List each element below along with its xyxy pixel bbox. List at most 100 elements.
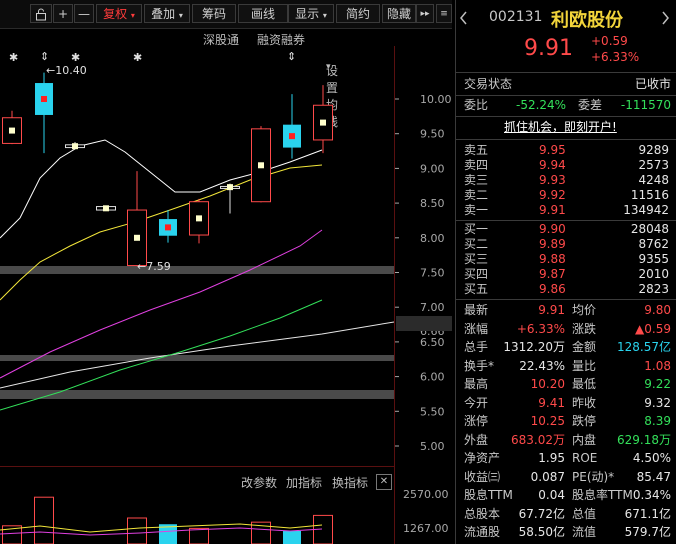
order-diff-value: -111570 — [620, 98, 671, 112]
stats-row: 总股本 67.72亿 总值 671.1亿 — [456, 506, 676, 523]
stat-label: 总手 — [464, 340, 489, 354]
low-price-label: ←7.59 — [137, 260, 171, 273]
stat-label: 流通股 — [464, 525, 501, 539]
volume-axis-label: 2570.00 — [403, 488, 449, 501]
event-updown-marker[interactable]: ⇕ — [287, 50, 296, 63]
stat-label: 昨收 — [572, 395, 597, 410]
stats-row: 总手 1312.20万 金额 128.57亿 — [456, 339, 676, 356]
stats-row: 今开 9.41 昨收 9.32 — [456, 395, 676, 412]
stat-value: 4.50% — [632, 451, 671, 465]
stat-label: 量比 — [572, 358, 597, 373]
price-change: +0.59 — [591, 34, 628, 48]
switch-indicator-link[interactable]: 换指标 — [332, 474, 368, 491]
volume-bar[interactable] — [34, 496, 54, 544]
trade-status-label: 交易状态 — [464, 77, 513, 91]
range-band — [0, 390, 394, 399]
stat-label: 总股本 — [464, 506, 501, 521]
stat-label: 总值 — [572, 506, 597, 521]
candle-center-marker — [196, 215, 202, 222]
stat-label: 流值 — [572, 525, 597, 539]
high-price-label: ←10.40 — [46, 64, 87, 77]
candle-center-marker — [9, 127, 15, 134]
stat-label: 收益㈢ — [464, 469, 501, 484]
change-params-link[interactable]: 改参数 — [241, 474, 277, 491]
volume-bar[interactable] — [189, 527, 209, 544]
stat-value: 128.57亿 — [617, 340, 671, 354]
stat-label: 净资产 — [464, 451, 501, 465]
stats-row: 净资产 1.95 ROE 4.50% — [456, 450, 676, 467]
stat-value: 9.91 — [538, 303, 565, 317]
stat-label: PE(动)* — [572, 469, 615, 484]
stats-row: 最高 10.20 最低 9.22 — [456, 376, 676, 393]
stat-label: 内盘 — [572, 432, 597, 447]
stat-value: 671.1亿 — [624, 506, 671, 521]
volume-bar[interactable] — [283, 531, 301, 544]
open-account-link[interactable]: 抓住机会，即刻开户! — [504, 119, 617, 136]
price-axis-label: 10.00 — [420, 93, 452, 106]
forward-arrow-icon[interactable] — [661, 10, 671, 26]
buy-order-row[interactable]: 买五 9.86 2823 — [456, 281, 676, 298]
stat-value: 85.47 — [636, 469, 671, 484]
price-axis-label: 6.00 — [420, 371, 445, 384]
stats-row: 涨幅 +6.33% 涨跌 ▲0.59 — [456, 321, 676, 338]
stats-row: 换手* 22.43% 量比 1.08 — [456, 358, 676, 375]
candle-center-marker — [320, 119, 326, 126]
order-ratio-value: -52.24% — [516, 98, 567, 112]
stock-name: 利欧股份 — [551, 10, 623, 31]
stat-value: ▲0.59 — [635, 321, 671, 336]
stats-row: 外盘 683.02万 内盘 629.18万 — [456, 432, 676, 449]
price-change-pct: +6.33% — [591, 50, 640, 64]
stat-value: 0.04 — [538, 488, 565, 502]
stats-row: 收益㈢ 0.087 PE(动)* 85.47 — [456, 469, 676, 486]
candle-center-marker — [103, 205, 109, 212]
stat-value: 629.18万 — [617, 432, 671, 447]
stat-value: 10.20 — [530, 377, 565, 391]
back-arrow-icon[interactable] — [458, 10, 468, 26]
stat-label: 今开 — [464, 395, 489, 410]
stat-label: 最高 — [464, 377, 489, 391]
stock-code: 002131 — [489, 9, 543, 25]
sell-order-row[interactable]: 卖一 9.91 134942 — [456, 202, 676, 219]
range-band — [0, 266, 394, 274]
price-axis-label: 5.50 — [420, 405, 445, 418]
stats-row: 最新 9.91 均价 9.80 — [456, 302, 676, 319]
event-star-marker[interactable]: ✱ — [9, 51, 18, 64]
quote-panel: 002131 利欧股份 9.91 +0.59 +6.33% 交易状态 已收市 委… — [455, 0, 676, 544]
stat-value: 10.25 — [530, 414, 565, 428]
candle-center-marker — [165, 224, 171, 231]
range-band — [0, 355, 394, 361]
stat-label: ROE — [572, 451, 598, 465]
sell-order-label: 卖一 — [464, 203, 489, 217]
trade-status-value: 已收市 — [634, 77, 671, 91]
add-indicator-link[interactable]: 加指标 — [286, 474, 322, 491]
close-indicator-button[interactable]: ✕ — [376, 474, 392, 490]
event-star-marker[interactable]: ✱ — [71, 51, 80, 64]
stat-label: 涨停 — [464, 414, 489, 428]
stat-label: 换手* — [464, 358, 495, 373]
stat-label: 最低 — [572, 377, 597, 391]
stats-row: 涨停 10.25 跌停 8.39 — [456, 413, 676, 430]
stat-value: 67.72亿 — [518, 506, 565, 521]
stat-value: 58.50亿 — [518, 525, 565, 539]
event-star-marker[interactable]: ✱ — [133, 51, 142, 64]
candle-center-marker — [134, 234, 140, 241]
stat-value: 1.08 — [644, 358, 671, 373]
stat-label: 股息率TTM — [572, 488, 633, 502]
current-price-marker — [396, 316, 452, 331]
volume-bar[interactable] — [127, 517, 147, 544]
stats-row: 股息TTM 0.04 股息率TTM 0.34% — [456, 487, 676, 504]
buy-order-label: 买五 — [464, 282, 489, 296]
stat-label: 均价 — [572, 303, 597, 317]
stat-value: 9.22 — [644, 377, 671, 391]
event-updown-marker[interactable]: ⇕ — [40, 50, 49, 63]
order-ratio-row: 委比 -52.24% 委差 -111570 — [456, 97, 676, 114]
order-ratio-label: 委比 — [464, 98, 489, 112]
stat-value: 683.02万 — [511, 432, 565, 447]
stat-value: 9.32 — [644, 395, 671, 410]
stat-value: 579.7亿 — [624, 525, 671, 539]
kline-chart[interactable]: 10.009.509.008.508.007.507.006.666.506.0… — [0, 0, 452, 544]
candle-center-marker — [41, 96, 47, 102]
stat-label: 最新 — [464, 303, 489, 317]
last-price: 9.91 — [524, 36, 573, 61]
price-axis-label: 6.50 — [420, 336, 445, 349]
